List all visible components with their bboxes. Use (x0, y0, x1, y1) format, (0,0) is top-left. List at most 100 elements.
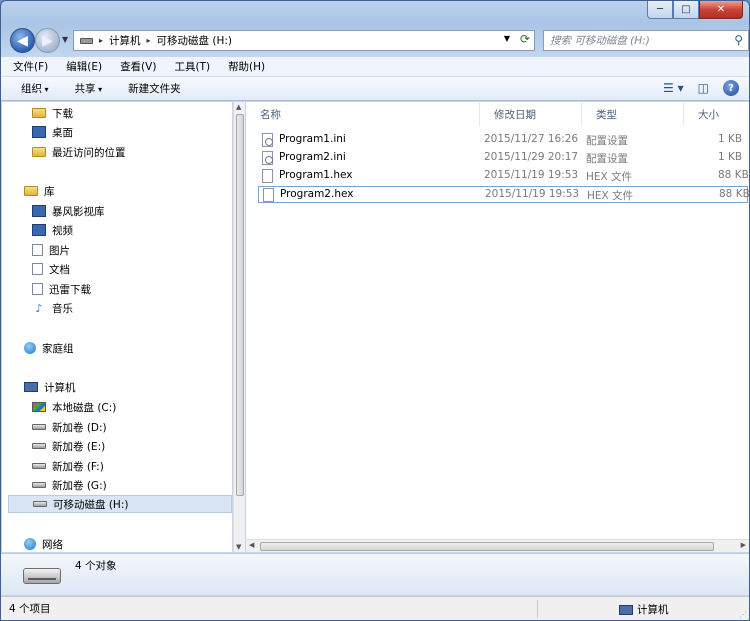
address-bar[interactable]: ▸ 计算机 ▸ 可移动磁盘 (H:) ▼ ⟳ (73, 30, 535, 51)
computer-icon (24, 382, 38, 392)
search-input[interactable]: 搜索 可移动磁盘 (H:) ⚲ (543, 30, 749, 51)
file-name: Program2.hex (280, 188, 354, 200)
maximize-button[interactable]: □ (673, 1, 699, 19)
file-size: 1 KB (718, 133, 743, 145)
file-date: 2015/11/19 19:53 (484, 169, 579, 181)
help-icon[interactable]: ? (723, 80, 739, 96)
network-icon (24, 538, 36, 550)
status-location: 计算机 (619, 602, 669, 617)
column-header-size[interactable]: 大小 (684, 102, 749, 126)
nav-item-documents[interactable]: 文档 (32, 260, 70, 278)
search-icon[interactable]: ⚲ (734, 33, 743, 47)
back-arrow-icon: ◀ (17, 32, 28, 49)
menu-edit[interactable]: 编辑(E) (64, 58, 104, 75)
homegroup-icon (24, 342, 36, 354)
video-library-icon (32, 205, 46, 217)
column-header-name[interactable]: 名称 (246, 102, 480, 126)
forward-arrow-icon: ▶ (42, 32, 53, 49)
nav-item-label: 新加卷 (F:) (52, 460, 104, 473)
address-dropdown-icon[interactable]: ▼ (504, 34, 510, 43)
close-button[interactable]: ✕ (699, 1, 743, 19)
file-list-horizontal-scrollbar[interactable]: ◀ ▶ (246, 539, 749, 552)
nav-item-video-library[interactable]: 暴风影视库 (32, 202, 105, 220)
breadcrumb-computer[interactable]: 计算机 (109, 33, 141, 48)
nav-item-drive-g[interactable]: 新加卷 (G:) (32, 476, 107, 494)
nav-item-homegroup[interactable]: 家庭组 (24, 339, 74, 357)
view-options-icon[interactable]: ☰ ▾ (663, 81, 684, 95)
recent-pages-dropdown[interactable]: ▼ (62, 35, 68, 44)
share-button[interactable]: 共享 (75, 81, 103, 96)
nav-item-libraries[interactable]: 库 (24, 182, 55, 200)
breadcrumb-separator[interactable]: ▸ (99, 36, 103, 45)
settings-file-icon (262, 151, 273, 165)
drive-icon (32, 463, 46, 469)
removable-disk-large-icon (23, 568, 61, 584)
nav-item-pictures[interactable]: 图片 (32, 241, 70, 259)
nav-item-drive-f[interactable]: 新加卷 (F:) (32, 457, 104, 475)
nav-item-desktop[interactable]: 桌面 (32, 123, 73, 141)
scroll-left-icon[interactable]: ◀ (249, 541, 254, 549)
nav-pane-scrollbar[interactable]: ▲ ▼ (233, 102, 245, 552)
file-list-pane: 名称 修改日期 类型 大小 Program1.ini 2015/11/27 16… (246, 102, 749, 552)
object-count: 4 个对象 (75, 560, 117, 572)
file-size: 88 KB (718, 169, 749, 181)
nav-item-drive-d[interactable]: 新加卷 (D:) (32, 418, 107, 436)
music-icon: ♪ (35, 301, 43, 315)
nav-item-label: 暴风影视库 (52, 205, 105, 218)
nav-item-label: 库 (44, 185, 55, 198)
menu-view[interactable]: 查看(V) (118, 58, 158, 75)
thunder-download-icon (32, 283, 43, 295)
column-header-type[interactable]: 类型 (582, 102, 684, 126)
status-bar: 4 个项目 计算机 ⋰ (1, 596, 749, 620)
back-button[interactable]: ◀ (10, 28, 35, 53)
minimize-button[interactable]: ─ (647, 1, 673, 19)
menu-file[interactable]: 文件(F) (11, 58, 50, 75)
horizontal-scroll-thumb[interactable] (260, 542, 714, 551)
menu-tools[interactable]: 工具(T) (172, 58, 212, 75)
preview-pane-icon[interactable]: ◫ (698, 81, 709, 95)
file-type: HEX 文件 (587, 190, 634, 202)
nav-item-label: 音乐 (52, 302, 73, 315)
scroll-right-icon[interactable]: ▶ (741, 541, 746, 549)
breadcrumb-removable-disk[interactable]: 可移动磁盘 (H:) (157, 33, 232, 48)
nav-item-recent-places[interactable]: 最近访问的位置 (32, 143, 126, 161)
file-row[interactable]: Program1.hex 2015/11/19 19:53 HEX 文件 88 … (258, 168, 749, 185)
nav-item-label: 新加卷 (D:) (52, 421, 107, 434)
scroll-up-icon[interactable]: ▲ (236, 103, 241, 111)
nav-item-downloads[interactable]: 下载 (32, 104, 73, 122)
nav-item-network[interactable]: 网络 (24, 535, 63, 552)
nav-item-thunder-download[interactable]: 迅雷下载 (32, 280, 91, 298)
file-row[interactable]: Program2.hex 2015/11/19 19:53 HEX 文件 88 … (258, 186, 749, 203)
file-type: 配置设置 (586, 135, 628, 147)
desktop-icon (32, 126, 46, 138)
file-row[interactable]: Program2.ini 2015/11/29 20:17 配置设置 1 KB (258, 150, 748, 167)
status-divider (537, 600, 538, 618)
scroll-down-icon[interactable]: ▼ (236, 543, 241, 551)
forward-button[interactable]: ▶ (35, 28, 60, 53)
file-date: 2015/11/27 16:26 (484, 133, 579, 145)
nav-item-videos[interactable]: 视频 (32, 221, 73, 239)
nav-item-computer[interactable]: 计算机 (24, 378, 76, 396)
nav-item-label: 可移动磁盘 (H:) (53, 498, 129, 511)
nav-item-drive-h[interactable]: 可移动磁盘 (H:) (8, 495, 232, 513)
nav-item-label: 计算机 (44, 381, 76, 394)
resize-grip-icon[interactable]: ⋰ (739, 610, 747, 619)
nav-item-drive-e[interactable]: 新加卷 (E:) (32, 437, 105, 455)
column-header-date[interactable]: 修改日期 (480, 102, 582, 126)
drive-icon (32, 482, 46, 488)
file-icon (263, 188, 274, 202)
file-row[interactable]: Program1.ini 2015/11/27 16:26 配置设置 1 KB (258, 132, 748, 149)
settings-file-icon (262, 133, 273, 147)
organize-button[interactable]: 组织 (21, 81, 49, 96)
nav-item-label: 家庭组 (42, 342, 74, 355)
nav-scroll-thumb[interactable] (236, 114, 244, 496)
library-icon (24, 186, 38, 196)
menu-help[interactable]: 帮助(H) (226, 58, 267, 75)
new-folder-button[interactable]: 新建文件夹 (128, 81, 181, 96)
nav-item-drive-c[interactable]: 本地磁盘 (C:) (32, 398, 116, 416)
refresh-icon[interactable]: ⟳ (520, 32, 530, 46)
breadcrumb-separator[interactable]: ▸ (147, 36, 151, 45)
file-name: Program1.ini (279, 133, 346, 145)
nav-item-music[interactable]: ♪ 音乐 (32, 299, 73, 317)
file-type: HEX 文件 (586, 171, 633, 183)
